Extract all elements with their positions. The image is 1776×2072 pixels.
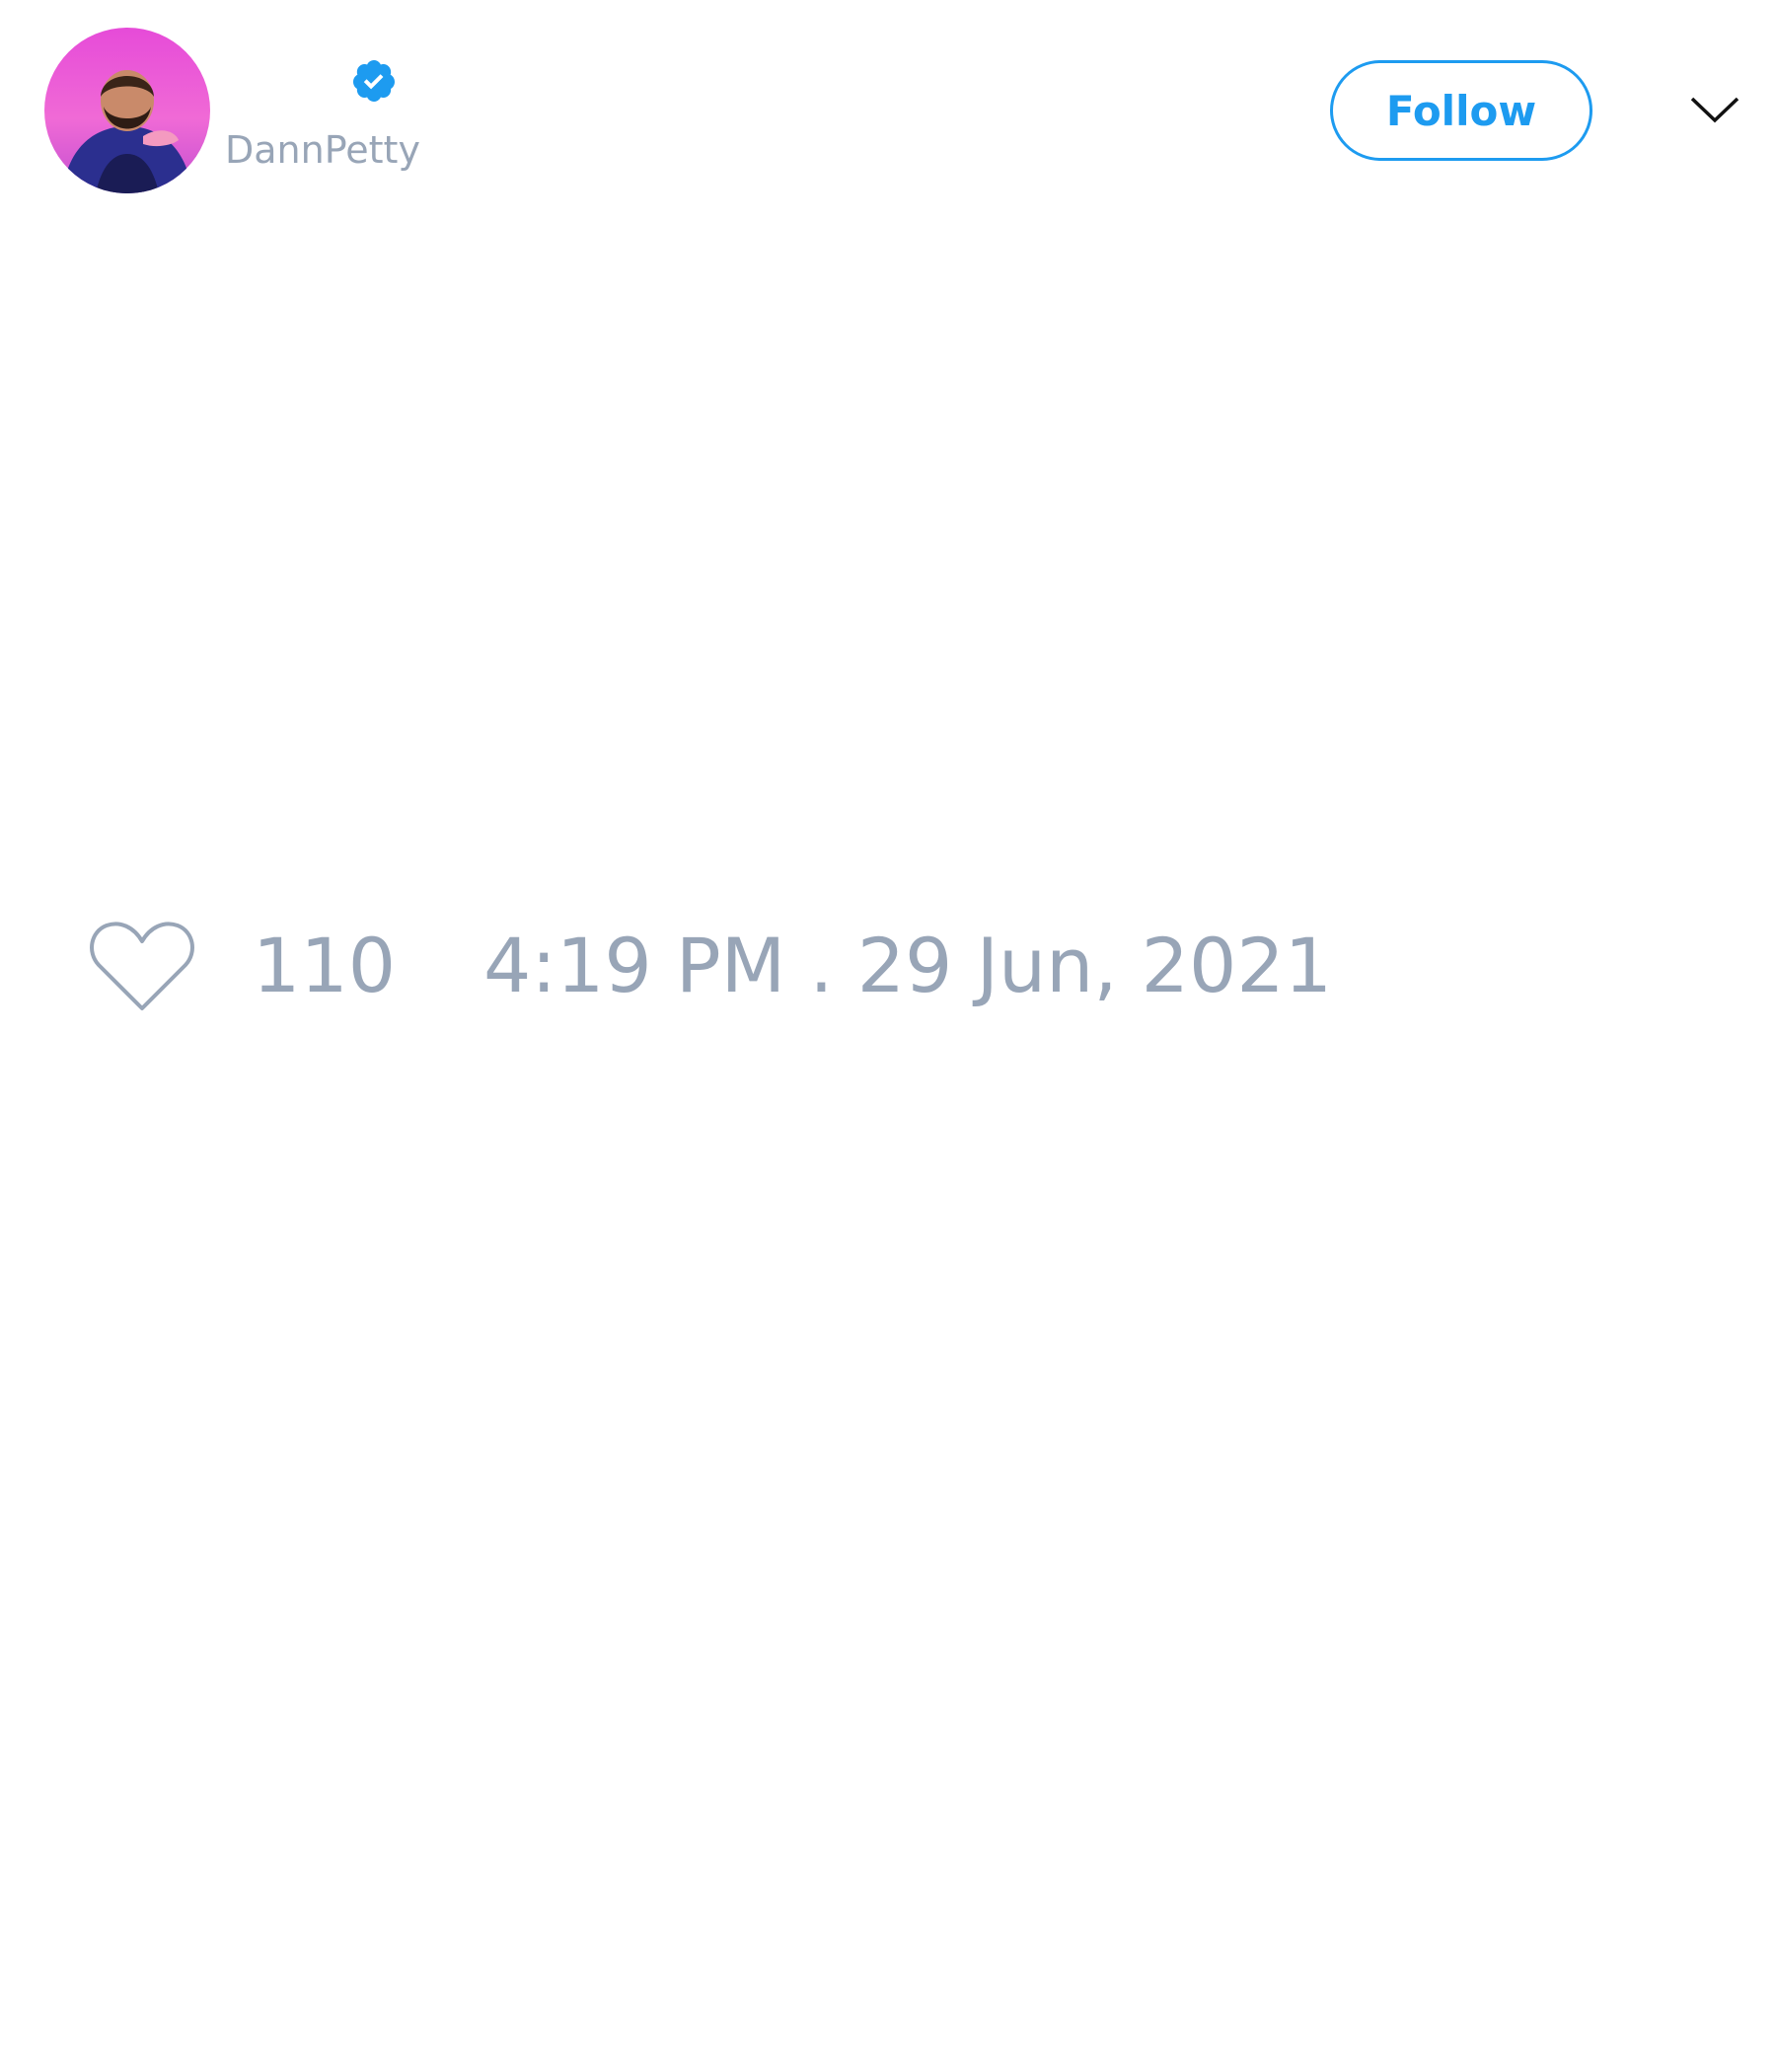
avatar[interactable] (44, 28, 210, 193)
tweet-card: DannPetty Follow 110 4:19 PM . 29 Jun, 2… (0, 0, 1776, 2072)
tweet-timestamp[interactable]: 4:19 PM . 29 Jun, 2021 (483, 922, 1332, 1010)
chevron-down-icon[interactable] (1689, 87, 1740, 134)
verified-badge-icon (352, 60, 395, 102)
follow-button[interactable]: Follow (1330, 60, 1592, 161)
author-handle[interactable]: DannPetty (225, 126, 420, 174)
tweet-meta-row: 110 4:19 PM . 29 Jun, 2021 (89, 916, 1470, 1014)
avatar-image (44, 28, 210, 193)
like-count: 110 (253, 922, 397, 1009)
heart-outline-icon[interactable] (89, 920, 195, 1014)
